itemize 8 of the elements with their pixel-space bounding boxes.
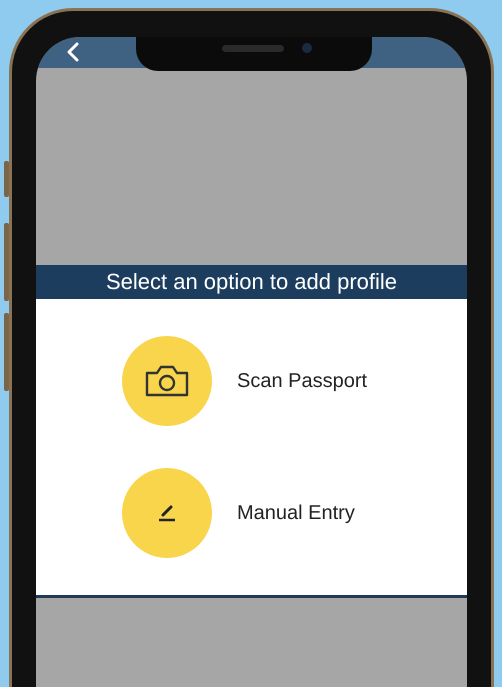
pencil-icon bbox=[157, 504, 177, 522]
camera-icon bbox=[143, 363, 191, 399]
speaker-grille bbox=[222, 45, 284, 52]
option-label[interactable]: Manual Entry bbox=[237, 502, 355, 524]
sheet-title: Select an option to add profile bbox=[36, 265, 467, 299]
option-label[interactable]: Scan Passport bbox=[237, 370, 368, 392]
front-camera bbox=[302, 43, 312, 53]
back-icon[interactable] bbox=[66, 42, 80, 62]
